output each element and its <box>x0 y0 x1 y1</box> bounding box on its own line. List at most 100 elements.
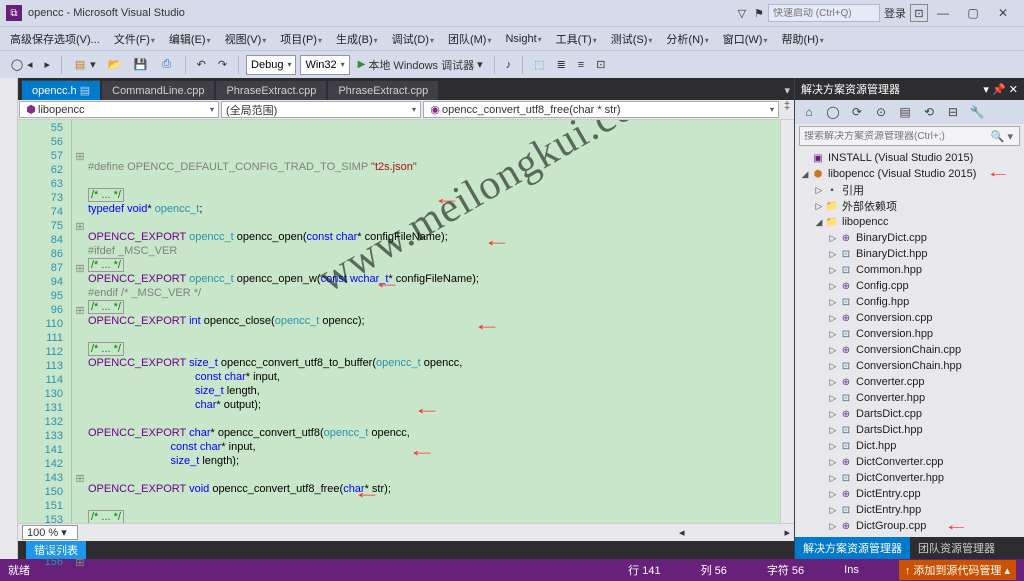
editor-scrollbar[interactable] <box>780 120 794 523</box>
tree-item[interactable]: ▷⊡BinaryDict.hpp <box>795 246 1024 262</box>
menu-file[interactable]: 文件(F)▾ <box>110 31 159 47</box>
tree-item[interactable]: ▷⊕Converter.cpp <box>795 374 1024 390</box>
split-icon[interactable]: ‡ <box>780 100 794 119</box>
tab-phrase1[interactable]: PhraseExtract.cpp <box>216 81 326 100</box>
config-combo[interactable]: Debug▾ <box>246 55 296 75</box>
login-link[interactable]: 登录 <box>880 3 910 23</box>
solution-tree[interactable]: ← ← ▣INSTALL (Visual Studio 2015)◢⬢libop… <box>795 148 1024 537</box>
tree-item[interactable]: ▷⊡Config.hpp <box>795 294 1024 310</box>
menu-adv-save[interactable]: 高级保存选项(V)... <box>6 31 104 47</box>
search-dropdown-icon[interactable]: 🔍 ▾ <box>985 130 1019 143</box>
tab-phrase2[interactable]: PhraseExtract.cpp <box>328 81 438 100</box>
props-icon[interactable]: 🔧 <box>967 102 987 122</box>
platform-combo[interactable]: Win32▾ <box>300 55 349 75</box>
scroll-left[interactable]: ◂ <box>679 526 685 539</box>
refresh-icon[interactable]: ⟲ <box>919 102 939 122</box>
start-debug-button[interactable]: ▶ 本地 Windows 调试器 ▾ <box>354 55 487 75</box>
tree-item[interactable]: ▷⊡Converter.hpp <box>795 390 1024 406</box>
status-source-control[interactable]: ↑ 添加到源代码管理 ▴ <box>899 560 1016 580</box>
tab-team-explorer[interactable]: 团队资源管理器 <box>910 537 1003 559</box>
menu-test[interactable]: 测试(S)▾ <box>607 31 657 47</box>
menu-debug[interactable]: 调试(D)▾ <box>388 31 438 47</box>
maximize-button[interactable]: ▢ <box>958 6 988 20</box>
tree-item[interactable]: ▷⊡ConversionChain.hpp <box>795 358 1024 374</box>
tree-item[interactable]: ▷⊕Conversion.cpp <box>795 310 1024 326</box>
tree-item[interactable]: ▷⊡DartsDict.hpp <box>795 422 1024 438</box>
tree-item[interactable]: ▷⊡Common.hpp <box>795 262 1024 278</box>
menu-help[interactable]: 帮助(H)▾ <box>777 31 827 47</box>
menu-build[interactable]: 生成(B)▾ <box>332 31 382 47</box>
menu-edit[interactable]: 编辑(E)▾ <box>165 31 215 47</box>
show-all-icon[interactable]: ▤ <box>895 102 915 122</box>
new-file-button[interactable]: ▤▾ <box>69 55 100 75</box>
close-button[interactable]: ✕ <box>988 6 1018 20</box>
fold-column[interactable]: ⊞⊞⊞⊞⊞⊞ <box>72 120 88 523</box>
misc-btn-1[interactable]: ♪ <box>502 55 516 75</box>
menu-window[interactable]: 窗口(W)▾ <box>719 31 772 47</box>
tree-item[interactable]: ▷⊡DictEntry.hpp <box>795 502 1024 518</box>
quick-launch-input[interactable] <box>769 8 879 19</box>
misc-btn-3[interactable]: ≣ <box>553 55 570 75</box>
redo-button[interactable]: ↷ <box>214 55 231 75</box>
scroll-right[interactable]: ▸ <box>784 526 790 539</box>
tree-item[interactable]: ▷⊕DartsDict.cpp <box>795 406 1024 422</box>
panel-close-icon[interactable]: ✕ <box>1009 84 1018 96</box>
tree-item[interactable]: ▷⊕DictGroup.cpp <box>795 518 1024 534</box>
tree-item[interactable]: ▷▪引用 <box>795 182 1024 198</box>
notify-icon[interactable]: ▽ <box>734 3 750 23</box>
tree-item[interactable]: ▷⊡Conversion.hpp <box>795 326 1024 342</box>
menu-view[interactable]: 视图(V)▾ <box>221 31 271 47</box>
code-content[interactable]: www.meilongkui.com #define OPENCC_DEFAUL… <box>88 120 780 523</box>
nav-back-button[interactable]: ◯◂ <box>6 55 37 75</box>
vs-logo-icon: ⧉ <box>6 5 22 21</box>
left-dock-tab[interactable] <box>0 78 18 559</box>
nav-scope-combo[interactable]: (全局范围)▾ <box>221 101 421 118</box>
menu-nsight[interactable]: Nsight▾ <box>501 33 545 45</box>
scope-icon[interactable]: ⊙ <box>871 102 891 122</box>
flag-icon[interactable]: ⚑ <box>750 3 768 23</box>
solution-search[interactable]: 🔍 ▾ <box>799 126 1020 146</box>
panel-menu-icon[interactable]: ▾ <box>983 84 989 96</box>
menu-project[interactable]: 项目(P)▾ <box>276 31 326 47</box>
zoom-combo[interactable]: 100 % ▾ <box>22 525 78 540</box>
collapse-icon[interactable]: ⊟ <box>943 102 963 122</box>
tree-item[interactable]: ▷📁外部依赖项 <box>795 198 1024 214</box>
tree-item[interactable]: ▷⊡DictConverter.hpp <box>795 470 1024 486</box>
nav-member-combo[interactable]: ◉opencc_convert_utf8_free(char * str)▾ <box>423 101 779 118</box>
tree-item[interactable]: ▷⊕ConversionChain.cpp <box>795 342 1024 358</box>
tree-item[interactable]: ▷⊡DictGroup.hpp <box>795 534 1024 537</box>
tree-item[interactable]: ▷⊕DictConverter.cpp <box>795 454 1024 470</box>
code-editor[interactable]: 5556576263737475848687949596110111112113… <box>18 120 794 523</box>
nav-project-combo[interactable]: ⬢libopencc▾ <box>19 101 219 118</box>
misc-btn-2[interactable]: ⬚ <box>530 55 548 75</box>
tab-commandline[interactable]: CommandLine.cpp <box>102 81 214 100</box>
save-all-button[interactable]: ⎙ <box>156 55 178 75</box>
tree-item[interactable]: ▷⊕DictEntry.cpp <box>795 486 1024 502</box>
solution-search-input[interactable] <box>800 131 985 142</box>
user-icon[interactable]: ⊡ <box>910 4 928 22</box>
menu-team[interactable]: 团队(M)▾ <box>444 31 496 47</box>
minimize-button[interactable]: — <box>928 6 958 20</box>
tab-overflow[interactable]: ▾ <box>780 80 794 100</box>
tab-opencc-h[interactable]: opencc.h ▤ <box>22 80 100 100</box>
open-file-button[interactable]: 📂 <box>104 55 126 75</box>
pin-icon[interactable]: 📌 <box>992 84 1006 96</box>
nav-bar: ⬢libopencc▾ (全局范围)▾ ◉opencc_convert_utf8… <box>18 100 794 120</box>
window-title: opencc - Microsoft Visual Studio <box>28 7 185 19</box>
nav-fwd-button[interactable]: ▸ <box>41 55 55 75</box>
back-icon[interactable]: ◯ <box>823 102 843 122</box>
misc-btn-4[interactable]: ≡ <box>574 55 588 75</box>
tree-item[interactable]: ▷⊕BinaryDict.cpp <box>795 230 1024 246</box>
tree-item[interactable]: ▷⊕Config.cpp <box>795 278 1024 294</box>
misc-btn-5[interactable]: ⊡ <box>592 55 609 75</box>
sync-icon[interactable]: ⟳ <box>847 102 867 122</box>
undo-button[interactable]: ↶ <box>193 55 210 75</box>
save-button[interactable]: 💾 <box>130 55 152 75</box>
quick-launch[interactable] <box>768 4 880 22</box>
menu-tools[interactable]: 工具(T)▾ <box>552 31 601 47</box>
tree-item[interactable]: ◢📁libopencc <box>795 214 1024 230</box>
menu-analyze[interactable]: 分析(N)▾ <box>662 31 712 47</box>
home-icon[interactable]: ⌂ <box>799 102 819 122</box>
tree-item[interactable]: ▷⊡Dict.hpp <box>795 438 1024 454</box>
tab-solution-explorer[interactable]: 解决方案资源管理器 <box>795 537 910 559</box>
